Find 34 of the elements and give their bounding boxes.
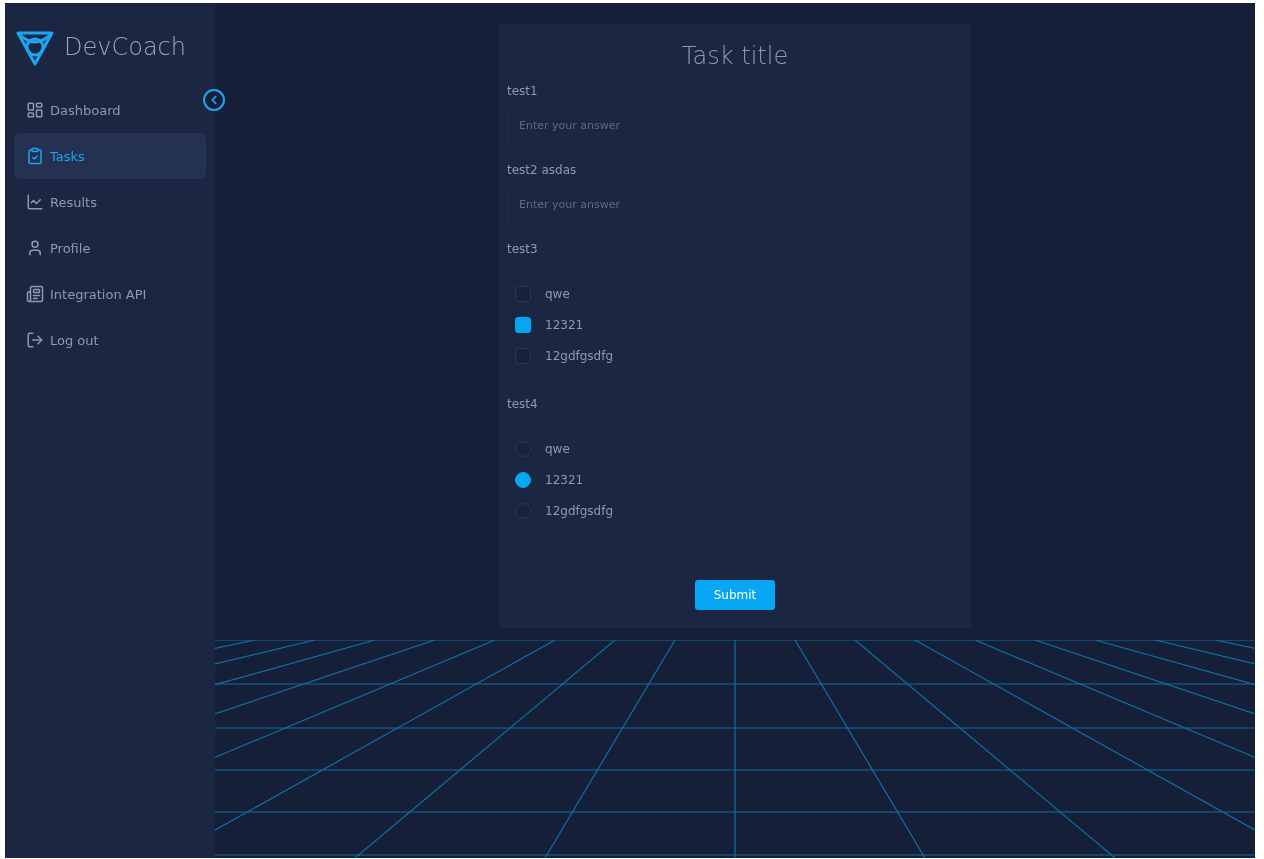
sidebar-item[interactable]: Dashboard [14,87,206,133]
submit-button[interactable]: Submit [695,580,775,610]
checkbox[interactable] [515,316,531,333]
option-label: qwe [545,441,570,456]
chart-icon [26,193,44,211]
question-label: test4 [507,397,539,411]
option-label: 12321 [545,472,584,487]
user-icon [26,239,44,257]
document-stack-icon [26,285,44,303]
option-label: 12321 [545,317,584,332]
task-title: Task title [680,42,790,70]
option-label: qwe [545,286,570,301]
option-label: 12gdfgsdfg [545,348,614,363]
question-label: test3 [507,242,539,256]
collapse-button[interactable] [203,89,225,111]
checkbox[interactable] [515,285,531,302]
sidebar-item[interactable]: Log out [14,317,206,363]
answer-field[interactable]: Enter your answer [507,106,963,145]
question-label: test1 [507,84,539,98]
option-label: 12gdfgsdfg [545,503,614,518]
brand-name: DevCoach [64,33,186,61]
sidebar-item[interactable]: Results [14,179,206,225]
sidebar-item[interactable]: Integration API [14,271,206,317]
radio-button[interactable] [515,502,531,519]
question-label: test2 asdas [507,163,578,177]
answer-field[interactable]: Enter your answer [507,185,963,224]
dashboard-icon [26,101,44,119]
sidebar-item[interactable]: Profile [14,225,206,271]
sidebar-item[interactable]: Tasks [14,133,206,179]
radio-button[interactable] [515,471,531,488]
logout-icon [26,331,44,349]
clipboard-check-icon [26,147,44,165]
checkbox[interactable] [515,347,531,364]
radio-button[interactable] [515,440,531,457]
